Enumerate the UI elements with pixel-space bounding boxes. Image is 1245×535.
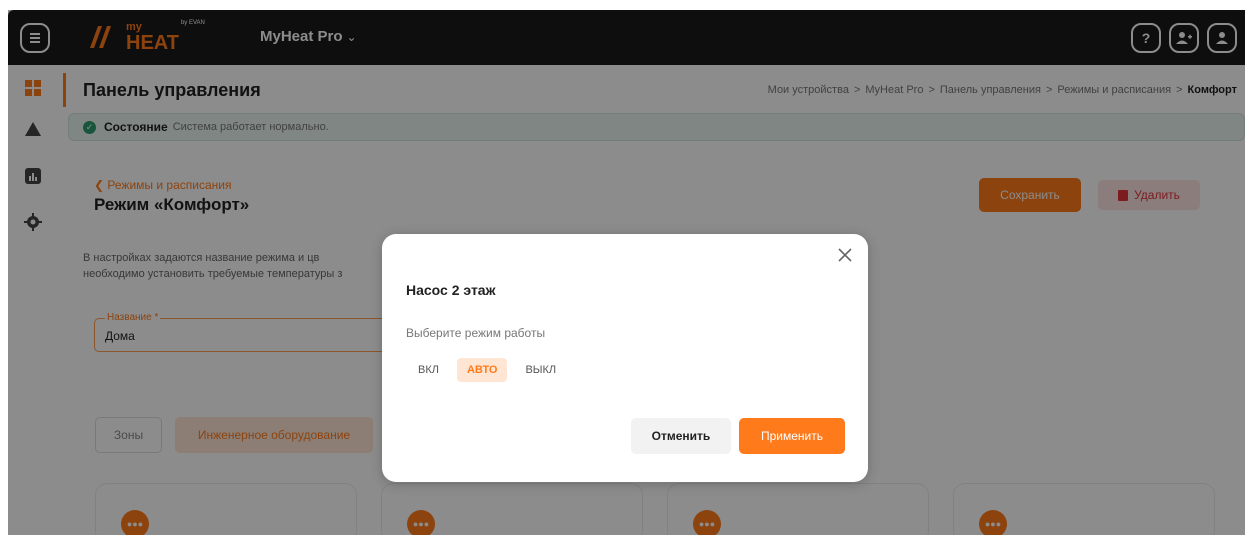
mode-options: ВКЛ АВТО ВЫКЛ (408, 358, 566, 382)
apply-button[interactable]: Применить (739, 418, 845, 454)
mode-option-on[interactable]: ВКЛ (408, 358, 449, 382)
cancel-button[interactable]: Отменить (631, 418, 731, 454)
dialog-title: Насос 2 этаж (406, 282, 496, 298)
mode-option-off[interactable]: ВЫКЛ (515, 358, 566, 382)
mode-option-auto[interactable]: АВТО (456, 358, 508, 382)
dialog-subtitle: Выберите режим работы (406, 326, 546, 340)
close-icon[interactable] (836, 246, 854, 264)
mode-select-dialog: Насос 2 этаж Выберите режим работы ВКЛ А… (382, 234, 868, 482)
